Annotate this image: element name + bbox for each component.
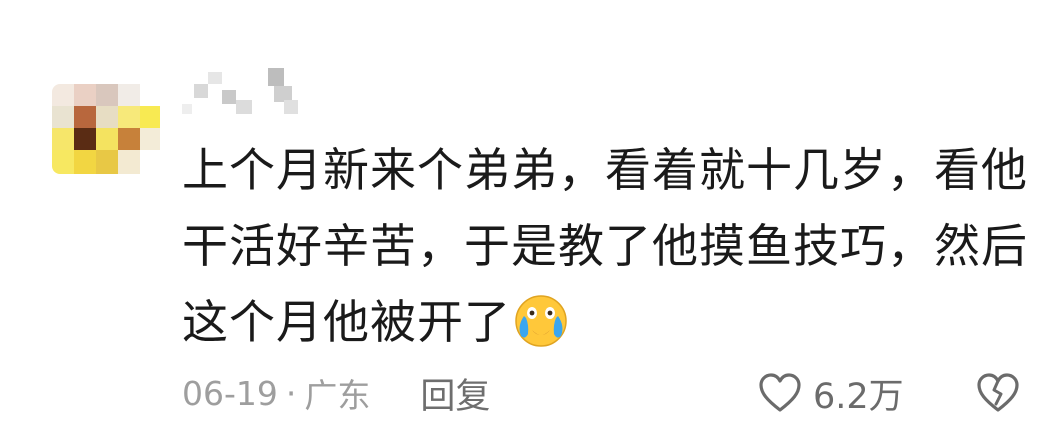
username-mosaic-cell [284,100,298,114]
avatar-mosaic-cell [52,150,74,174]
comment-location: 广东 [304,376,371,415]
avatar-mosaic-cell [74,106,96,128]
username-mosaic-cell [194,84,208,98]
avatar-mosaic-cell [96,150,118,174]
avatar-mosaic-cell [96,106,118,128]
username-mosaic-cell [222,90,236,104]
broken-heart-icon [977,373,1019,412]
avatar-mosaic-cell [118,106,140,128]
heart-outline-icon [759,373,801,412]
avatar-mosaic-cell [74,128,96,150]
avatar-mosaic-cell [140,128,160,150]
avatar-mosaic-cell [52,128,74,150]
comment-line: 上个月新来个弟弟，看着就十几岁，看他 [182,143,1028,197]
comment-line-text: 这个月他被开了 [182,295,511,349]
avatar-mosaic-cell [74,150,96,174]
avatar-mosaic-cell [74,84,96,106]
avatar[interactable] [52,84,160,174]
dislike-button[interactable] [974,370,1022,416]
comment-meta: 06-19 · 广东 回复 [182,368,490,419]
comment-line: 这个月他被开了 [182,284,1022,360]
crying-laughing-emoji-icon [515,295,567,347]
avatar-mosaic-cell [52,106,74,128]
username-mosaic-cell [182,104,192,114]
username-mosaic-cell [208,72,222,84]
username-mosaic-cell [268,68,284,86]
username[interactable] [182,64,312,116]
comment-date: 06-19 [182,373,278,413]
avatar-mosaic-cell [52,84,74,106]
avatar-mosaic-cell [118,128,140,150]
avatar-mosaic-cell [96,128,118,150]
avatar-mosaic-cell [96,84,118,106]
like-count: 6.2万 [813,376,904,417]
avatar-mosaic-cell [118,150,140,174]
comment-line: 干活好辛苦，于是教了他摸鱼技巧，然后 [182,219,1028,273]
like-button[interactable]: 6.2万 [757,370,904,417]
meta-separator: · [285,373,297,413]
reply-button[interactable]: 回复 [420,368,490,419]
avatar-mosaic-cell [140,106,160,128]
avatar-mosaic-cell [118,84,140,106]
username-mosaic-cell [236,100,252,114]
comment-text: 上个月新来个弟弟，看着就十几岁，看他 干活好辛苦，于是教了他摸鱼技巧，然后 这个… [182,132,1028,360]
